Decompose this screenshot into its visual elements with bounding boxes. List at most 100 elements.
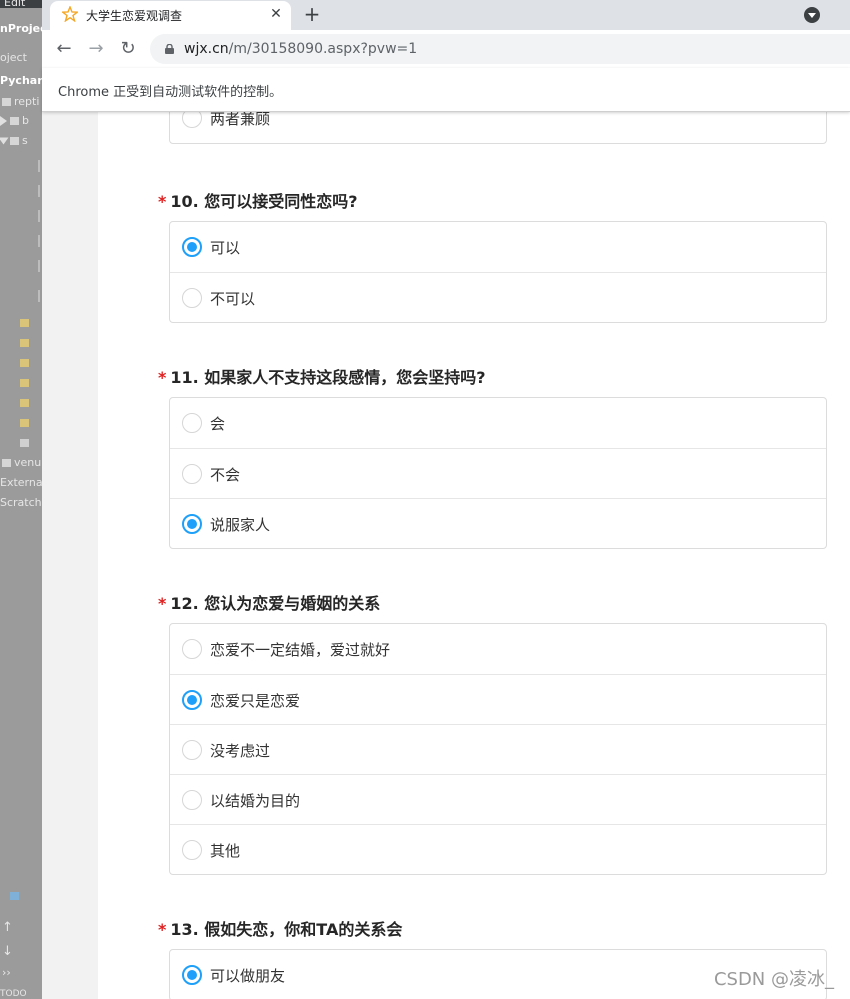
ide-root-folder[interactable]: Pychar: [0, 74, 42, 87]
radio-button[interactable]: [182, 288, 202, 308]
option-row[interactable]: 没考虑过: [170, 724, 826, 774]
folder-icon: [2, 98, 11, 106]
expand-arrow-icon: [0, 116, 7, 126]
scroll-down-icon[interactable]: ↓: [2, 944, 13, 959]
option-label: 以结婚为目的: [210, 792, 301, 810]
ide-scratches[interactable]: Scratch: [0, 496, 42, 509]
ide-folder-s[interactable]: s: [0, 134, 28, 147]
python-file-icon[interactable]: [20, 316, 32, 329]
required-mark: *: [158, 192, 167, 211]
option-label: 恋爱只是恋爱: [210, 692, 301, 710]
ide-folder-label: s: [22, 134, 28, 147]
survey-page: 两者兼顾 * 10. 您可以接受同性恋吗? 可以 不可以 * 11. 如果家人不支持…: [98, 112, 850, 999]
option-label: 两者兼顾: [210, 112, 271, 128]
browser-window: 大学生恋爱观调查 ✕ + ← → ↻ wjx.cn/m/30158090.asp…: [42, 0, 850, 999]
ide-folder-b[interactable]: b: [0, 114, 29, 127]
tab-search-icon[interactable]: [804, 7, 820, 23]
option-row[interactable]: 其他: [170, 824, 826, 874]
radio-button[interactable]: [182, 639, 202, 659]
text-file-icon[interactable]: [20, 436, 32, 449]
radio-button-checked[interactable]: [182, 237, 202, 257]
python-file-icon[interactable]: [20, 396, 32, 409]
back-icon[interactable]: ←: [54, 39, 74, 59]
radio-button[interactable]: [182, 840, 202, 860]
browser-tab[interactable]: 大学生恋爱观调查 ✕: [50, 1, 291, 30]
option-row[interactable]: 说服家人: [170, 498, 826, 548]
folder-icon: [10, 137, 19, 145]
option-row[interactable]: 可以: [170, 222, 826, 272]
radio-button[interactable]: [182, 740, 202, 760]
option-label: 会: [210, 415, 226, 433]
radio-button-checked[interactable]: [182, 690, 202, 710]
ide-sidebar: Edit nProjec oject Pychar repti b s venu…: [0, 0, 42, 999]
url-path: /m/30158090.aspx?pvw=1: [228, 41, 418, 57]
options-list: 可以 不可以: [169, 221, 827, 323]
option-row[interactable]: 恋爱只是恋爱: [170, 674, 826, 724]
option-label: 不可以: [210, 290, 256, 308]
python-console-icon[interactable]: [10, 889, 22, 902]
automation-infobar: Chrome 正受到自动测试软件的控制。: [42, 68, 850, 112]
question-text: 假如失恋，你和TA的关系会: [204, 920, 403, 939]
radio-button-checked[interactable]: [182, 514, 202, 534]
folder-icon: [2, 459, 11, 467]
folder-icon: [10, 117, 19, 125]
options-list: 会 不会 说服家人: [169, 397, 827, 549]
python-file-icon[interactable]: [20, 356, 32, 369]
ide-menu-edit[interactable]: Edit: [4, 0, 25, 9]
tree-line: [38, 260, 40, 272]
address-bar[interactable]: wjx.cn/m/30158090.aspx?pvw=1: [150, 34, 850, 64]
tab-title: 大学生恋爱观调查: [86, 9, 183, 23]
ide-folder-repti[interactable]: repti: [2, 95, 39, 108]
question-text: 您可以接受同性恋吗?: [204, 192, 358, 211]
radio-button[interactable]: [182, 413, 202, 433]
ide-external-libraries[interactable]: Externa: [0, 476, 42, 489]
question-number: 11.: [170, 368, 199, 387]
question-title: * 13. 假如失恋，你和TA的关系会: [158, 916, 402, 940]
python-file-icon[interactable]: [20, 336, 32, 349]
required-mark: *: [158, 368, 167, 387]
radio-button-checked[interactable]: [182, 965, 202, 985]
radio-button[interactable]: [182, 790, 202, 810]
tree-line: [38, 290, 40, 302]
radio-button[interactable]: [182, 464, 202, 484]
more-icon[interactable]: ››: [2, 966, 11, 979]
option-row[interactable]: 两者兼顾: [170, 112, 826, 143]
url-text: wjx.cn/m/30158090.aspx?pvw=1: [184, 41, 417, 57]
ide-project-tab[interactable]: oject: [0, 51, 27, 64]
option-row[interactable]: 以结婚为目的: [170, 774, 826, 824]
collapse-arrow-icon: [0, 137, 9, 145]
close-tab-icon[interactable]: ✕: [268, 6, 284, 22]
reload-icon[interactable]: ↻: [118, 39, 138, 59]
option-row[interactable]: 会: [170, 398, 826, 448]
python-file-icon[interactable]: [20, 416, 32, 429]
option-label: 其他: [210, 842, 241, 860]
question-title: * 10. 您可以接受同性恋吗?: [158, 188, 358, 212]
radio-button[interactable]: [182, 112, 202, 128]
lock-icon: [165, 44, 174, 54]
ide-folder-label: venu: [14, 456, 42, 469]
option-label: 没考虑过: [210, 742, 271, 760]
options-list-q9: 两者兼顾: [169, 112, 827, 144]
ide-todo-tab[interactable]: TODO: [0, 989, 27, 999]
ide-folder-label: b: [22, 114, 29, 127]
question-number: 10.: [170, 192, 199, 211]
new-tab-button[interactable]: +: [301, 4, 323, 26]
python-file-icon[interactable]: [20, 376, 32, 389]
options-list: 恋爱不一定结婚，爱过就好 恋爱只是恋爱 没考虑过 以结婚为目的 其他: [169, 623, 827, 875]
ide-project-name: nProjec: [0, 22, 42, 35]
forward-icon[interactable]: →: [86, 39, 106, 59]
required-mark: *: [158, 594, 167, 613]
option-row[interactable]: 恋爱不一定结婚，爱过就好: [170, 624, 826, 674]
tree-line: [38, 160, 40, 172]
scroll-up-icon[interactable]: ↑: [2, 920, 13, 935]
infobar-text: Chrome 正受到自动测试软件的控制。: [58, 85, 283, 100]
tree-line: [38, 235, 40, 247]
tree-line: [38, 185, 40, 197]
ide-folder-venv[interactable]: venu: [2, 456, 41, 469]
tab-strip: 大学生恋爱观调查 ✕ +: [42, 0, 850, 30]
browser-toolbar: ← → ↻ wjx.cn/m/30158090.aspx?pvw=1: [42, 30, 850, 68]
option-row[interactable]: 不会: [170, 448, 826, 498]
question-title: * 12. 您认为恋爱与婚姻的关系: [158, 590, 380, 614]
option-row[interactable]: 不可以: [170, 272, 826, 322]
option-label: 说服家人: [210, 516, 271, 534]
